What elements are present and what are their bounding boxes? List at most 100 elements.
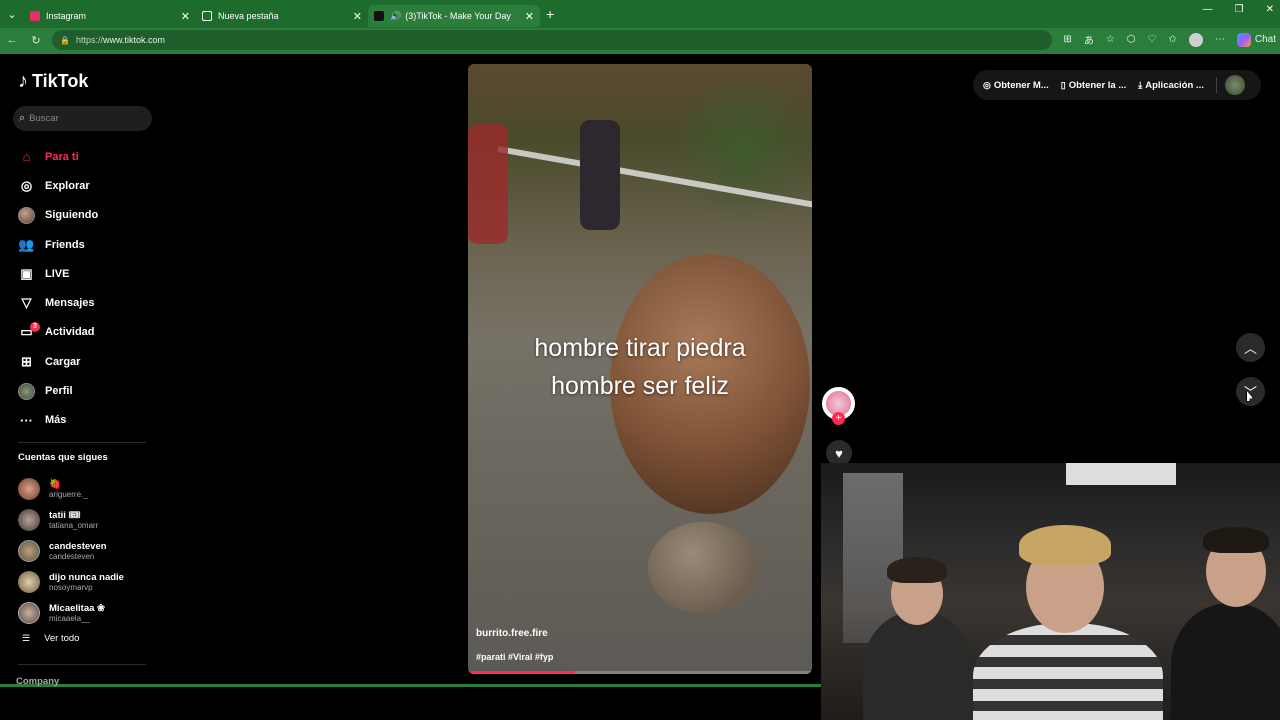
get-app-button[interactable]: ▯ Obtener la ... <box>1061 80 1127 91</box>
follow-plus-icon[interactable]: + <box>832 412 845 425</box>
webcam-person-left <box>863 611 973 720</box>
sidebar-item-para-ti[interactable]: ⌂ Para ti <box>18 142 98 171</box>
search-input[interactable]: ⌕ Buscar <box>13 106 152 131</box>
close-tab-icon[interactable]: ✕ <box>353 10 362 23</box>
notification-badge: 3 <box>30 321 40 332</box>
list-item[interactable]: dijo nunca nadie nosoymarvp <box>18 566 124 597</box>
video-caption-line: hombre tirar piedra <box>534 334 746 362</box>
sidebar-item-label: Friends <box>45 238 85 251</box>
lock-icon[interactable]: 🔒 <box>60 36 70 45</box>
send-icon: ▽ <box>21 295 32 311</box>
minimize-icon[interactable]: — <box>1203 4 1213 15</box>
list-item[interactable]: tatii 🎟 tatiana_omarr <box>18 505 124 536</box>
home-icon: ⌂ <box>22 149 31 165</box>
profile-avatar-icon[interactable] <box>1188 32 1203 47</box>
browser-essentials-icon[interactable]: ♡ <box>1148 34 1157 45</box>
video-progress-fill <box>468 671 575 674</box>
friends-icon: 👥 <box>18 236 35 252</box>
video-caption-line: hombre ser feliz <box>551 372 729 400</box>
list-item[interactable]: 🍓 ariguerre._ <box>18 474 124 505</box>
search-placeholder: Buscar <box>29 113 59 124</box>
url-protocol: https:// <box>75 35 103 45</box>
sidebar-item-mensajes[interactable]: ▽ Mensajes <box>18 288 98 317</box>
sidebar-item-siguiendo[interactable]: Siguiendo <box>18 201 98 230</box>
list-item[interactable]: Micaelitaa ❀ micaaela__ <box>18 597 124 628</box>
sidebar-item-explorar[interactable]: ◎ Explorar <box>18 171 98 200</box>
close-tab-icon[interactable]: ✕ <box>525 10 534 23</box>
get-coins-button[interactable]: ◎ Obtener M... <box>983 80 1049 91</box>
sidebar-item-live[interactable]: ▣ LIVE <box>18 259 98 288</box>
sidebar-item-mas[interactable]: ··· Más <box>18 406 98 435</box>
tab-title: Instagram <box>46 11 87 21</box>
reload-icon[interactable]: ↻ <box>24 34 48 47</box>
upload-plus-icon: ⊞ <box>21 353 32 369</box>
favorite-star-icon[interactable]: ☆ <box>1106 34 1115 45</box>
extensions-icon[interactable]: ⬡ <box>1127 34 1136 45</box>
download-label: Aplicación ... <box>1145 79 1204 91</box>
sidebar-item-cargar[interactable]: ⊞ Cargar <box>18 347 98 376</box>
sidebar-item-friends[interactable]: 👥 Friends <box>18 230 98 259</box>
browser-tab-instagram[interactable]: Instagram ✕ <box>24 5 196 27</box>
avatar <box>18 601 40 624</box>
video-progress-bar[interactable] <box>468 671 812 674</box>
sidebar-menu: ⌂ Para ti ◎ Explorar Siguiendo 👥 Friends… <box>18 142 98 435</box>
sidebar-item-label: Perfil <box>45 385 73 398</box>
webcam-person-right <box>1171 603 1280 720</box>
avatar <box>18 478 40 501</box>
new-tab-plus-icon[interactable]: + <box>546 6 554 22</box>
url-field[interactable]: 🔒 https://www.tiktok.com <box>52 30 1052 50</box>
user-avatar[interactable] <box>1224 75 1245 95</box>
account-handle: nosoymarvp <box>49 582 93 592</box>
speaker-icon[interactable]: 🔊 <box>390 11 401 22</box>
list-item[interactable]: candesteven candesteven <box>18 536 124 567</box>
toolbar-separator <box>1215 77 1217 93</box>
sidebar-item-actividad[interactable]: ▭ 3 Actividad <box>18 318 98 347</box>
copilot-icon <box>1236 32 1251 47</box>
account-name: tatii 🎟 <box>49 510 81 522</box>
following-list: 🍓 ariguerre._ tatii 🎟 tatiana_omarr candes… <box>18 474 124 628</box>
more-dots-icon: ··· <box>20 412 33 428</box>
window-controls: — ❐ ✕ <box>1203 4 1274 15</box>
close-tab-icon[interactable]: ✕ <box>181 10 190 23</box>
previous-video-chevron-up-icon[interactable]: ︿ <box>1236 333 1265 362</box>
browser-toolbar-icons: ⊞ あ ☆ ⬡ ♡ ✩ ⋯ Chat <box>1063 32 1276 47</box>
account-name: candesteven <box>49 540 107 552</box>
compass-icon: ◎ <box>20 177 33 193</box>
video-person <box>580 120 620 230</box>
footer-company-link[interactable]: Company <box>16 676 59 687</box>
browser-address-bar: ← ↻ 🔒 https://www.tiktok.com ⊞ あ ☆ ⬡ ♡ ✩… <box>0 28 1280 52</box>
instagram-favicon-icon <box>30 11 40 21</box>
tab-actions-menu-icon[interactable]: ⌄ <box>0 0 24 28</box>
video-author[interactable]: burrito.free.fire <box>476 628 548 639</box>
tiktok-logo[interactable]: ♪ TikTok <box>18 70 88 93</box>
get-app-label: Obtener la ... <box>1068 79 1127 91</box>
new-tab-favicon-icon <box>202 11 212 21</box>
close-window-icon[interactable]: ✕ <box>1266 4 1274 15</box>
settings-more-icon[interactable]: ⋯ <box>1215 34 1225 45</box>
browser-tab-new-tab[interactable]: Nueva pestaña ✕ <box>196 5 368 27</box>
video-player[interactable]: hombre tirar piedra hombre ser feliz bur… <box>468 64 812 674</box>
next-video-chevron-down-icon[interactable]: ﹀ <box>1236 377 1265 406</box>
window-frame-top <box>0 52 1280 54</box>
download-app-button[interactable]: ⤓ Aplicación ... <box>1138 80 1204 91</box>
favorites-list-icon[interactable]: ✩ <box>1168 34 1176 45</box>
sidebar-item-label: Actividad <box>45 326 95 339</box>
live-tv-icon: ▣ <box>20 265 33 281</box>
coin-icon: ◎ <box>983 79 991 90</box>
restore-icon[interactable]: ❐ <box>1235 4 1244 15</box>
see-all-link[interactable]: ☰ Ver todo <box>22 633 79 644</box>
webcam-overlay <box>821 463 1280 720</box>
sidebar-item-label: Explorar <box>45 179 90 192</box>
app-available-icon[interactable]: ⊞ <box>1063 34 1071 45</box>
download-icon: ⤓ <box>1138 79 1143 90</box>
avatar <box>18 382 35 400</box>
translate-icon[interactable]: あ <box>1084 32 1094 47</box>
back-arrow-icon[interactable]: ← <box>0 34 24 46</box>
following-avatar-icon <box>18 206 35 224</box>
video-hashtags[interactable]: #parati #Viral #fyp <box>476 652 553 662</box>
copilot-chat-button[interactable]: Chat <box>1236 32 1276 47</box>
search-icon: ⌕ <box>19 112 26 124</box>
tiktok-favicon-icon <box>374 11 384 21</box>
sidebar-item-perfil[interactable]: Perfil <box>18 376 98 405</box>
browser-tab-tiktok[interactable]: 🔊 (3)TikTok - Make Your Day ✕ <box>368 5 540 27</box>
